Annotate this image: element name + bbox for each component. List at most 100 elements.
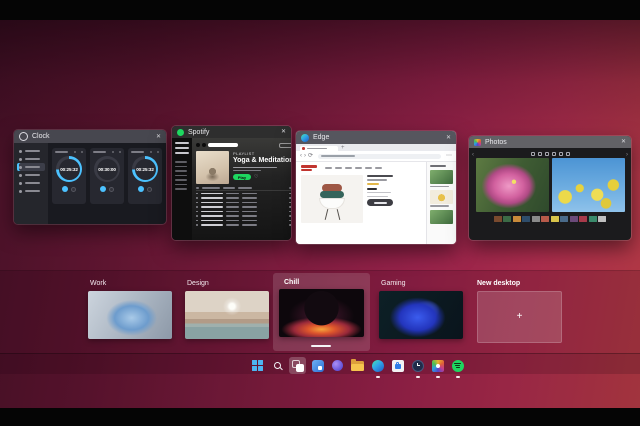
taskbar-item-task-view[interactable] — [289, 357, 306, 374]
refresh-icon[interactable]: ⟳ — [308, 153, 313, 159]
filmstrip-thumb[interactable] — [522, 216, 531, 222]
forward-icon[interactable] — [202, 143, 206, 147]
spotify-search-input[interactable] — [208, 142, 238, 148]
taskbar-item-spotify[interactable] — [449, 357, 466, 378]
taskbar-item-widgets[interactable] — [309, 357, 326, 374]
back-icon[interactable] — [196, 143, 200, 147]
filmstrip-thumb[interactable] — [588, 216, 597, 222]
sidebar-playlist[interactable] — [175, 183, 187, 185]
filmstrip-thumb[interactable] — [531, 216, 540, 222]
sidebar-playlist[interactable] — [175, 179, 187, 181]
heart-icon[interactable]: ♡ — [254, 174, 258, 180]
filmstrip-thumb[interactable] — [598, 216, 607, 222]
nav-link[interactable] — [355, 167, 362, 169]
window-edge[interactable]: Edge ✕ + ‹ › ⟳ ⋯ — [296, 131, 456, 244]
sidebar-playlist[interactable] — [175, 174, 187, 176]
desktop-thumbnail-work[interactable] — [88, 291, 172, 339]
window-photos[interactable]: Photos ✕ ‹ › — [469, 136, 631, 240]
taskbar-item-store[interactable] — [389, 357, 406, 374]
filmstrip-thumb[interactable] — [569, 216, 578, 222]
collection-item[interactable] — [430, 170, 453, 184]
timer-play-button[interactable] — [100, 186, 106, 192]
browser-tab[interactable] — [300, 145, 338, 151]
timer-card[interactable]: 00:30:00 — [90, 148, 124, 204]
upgrade-button[interactable] — [278, 142, 291, 148]
filmstrip-thumb[interactable] — [550, 216, 559, 222]
add-to-cart-button[interactable] — [367, 199, 393, 207]
nav-link[interactable] — [325, 167, 332, 169]
product-image-chair[interactable] — [301, 174, 363, 223]
timer-card[interactable]: 00:25:32 — [128, 148, 162, 204]
taskbar-item-edge[interactable] — [369, 357, 386, 378]
collection-item[interactable] — [430, 189, 453, 204]
sidebar-playlist[interactable] — [175, 161, 187, 163]
photo-pink-lotus[interactable] — [475, 158, 549, 212]
toolbar-icon[interactable] — [558, 152, 563, 156]
clock-nav-item[interactable] — [17, 155, 45, 163]
nav-link[interactable] — [345, 167, 352, 169]
previous-photo-icon[interactable]: ‹ — [472, 152, 474, 158]
sidebar-playlist[interactable] — [175, 165, 187, 167]
desktop-thumbnail-chill[interactable] — [279, 289, 364, 337]
sidebar-link[interactable] — [175, 152, 189, 154]
site-logo[interactable] — [301, 165, 317, 171]
photos-toolbar — [469, 148, 631, 156]
taskbar-item-clock[interactable] — [409, 357, 426, 378]
clock-nav-item[interactable] — [17, 187, 45, 195]
window-spotify[interactable]: Spotify ✕ PLAYLIST Yoga & Meditation Pla… — [172, 126, 291, 240]
clock-nav-item[interactable] — [17, 179, 45, 187]
track-row[interactable] — [196, 223, 291, 228]
toolbar-icon[interactable] — [544, 152, 549, 156]
spotify-close-button[interactable]: ✕ — [281, 129, 286, 135]
forward-icon[interactable]: › — [304, 153, 306, 159]
nav-link[interactable] — [335, 167, 342, 169]
toolbar-icon[interactable] — [551, 152, 556, 156]
desktop-thumbnail-gaming[interactable] — [379, 291, 463, 339]
window-clock[interactable]: Clock ✕ 00:25:32 00:30:00 00:25:32 — [14, 130, 166, 224]
filmstrip-thumb[interactable] — [579, 216, 588, 222]
clock-nav-item[interactable] — [17, 171, 45, 179]
filmstrip-thumb[interactable] — [560, 216, 569, 222]
toolbar-icon[interactable] — [530, 152, 535, 156]
clock-nav-item-timer-active[interactable] — [17, 163, 45, 171]
sidebar-playlist[interactable] — [175, 170, 187, 172]
clock-close-button[interactable]: ✕ — [156, 134, 161, 140]
new-tab-button[interactable]: + — [341, 145, 345, 151]
filmstrip-thumb[interactable] — [493, 216, 502, 222]
filmstrip-thumb[interactable] — [503, 216, 512, 222]
timer-reset-button[interactable] — [71, 186, 76, 192]
clock-icon — [411, 359, 424, 372]
sidebar-playlist[interactable] — [175, 188, 187, 190]
taskbar-item-file-explorer[interactable] — [349, 357, 366, 374]
edge-close-button[interactable]: ✕ — [446, 135, 451, 141]
taskbar-item-cortana[interactable] — [329, 357, 346, 374]
back-icon[interactable]: ‹ — [300, 153, 302, 159]
filmstrip-thumb[interactable] — [512, 216, 521, 222]
timer-play-button[interactable] — [138, 186, 144, 192]
toolbar-icon[interactable] — [565, 152, 570, 156]
timer-reset-button[interactable] — [109, 186, 114, 192]
timer-reset-button[interactable] — [147, 186, 152, 192]
new-desktop-button[interactable]: + — [477, 291, 562, 343]
nav-link[interactable] — [365, 167, 372, 169]
timer-card[interactable]: 00:25:32 — [52, 148, 86, 204]
desktop-thumbnail-design[interactable] — [185, 291, 269, 339]
nav-link[interactable] — [375, 167, 382, 169]
photos-close-button[interactable]: ✕ — [621, 139, 626, 145]
toolbar-icon[interactable] — [537, 152, 542, 156]
clock-nav-item[interactable] — [17, 147, 45, 155]
collection-item[interactable] — [430, 209, 453, 224]
photo-yellow-flowers[interactable] — [551, 158, 625, 212]
taskbar-item-search[interactable] — [269, 357, 286, 374]
address-bar[interactable] — [318, 153, 441, 159]
filmstrip-thumb[interactable] — [541, 216, 550, 222]
play-button[interactable]: Play — [233, 174, 251, 180]
sidebar-link[interactable] — [175, 142, 189, 144]
sidebar-link[interactable] — [175, 147, 189, 149]
taskbar-item-start[interactable] — [249, 357, 266, 374]
next-photo-icon[interactable]: › — [626, 152, 628, 158]
desktop-panel-chill-active[interactable]: Chill — [273, 273, 370, 351]
taskbar-item-photos[interactable] — [429, 357, 446, 378]
timer-play-button[interactable] — [62, 186, 68, 192]
more-icon[interactable]: ⋯ — [446, 153, 452, 159]
